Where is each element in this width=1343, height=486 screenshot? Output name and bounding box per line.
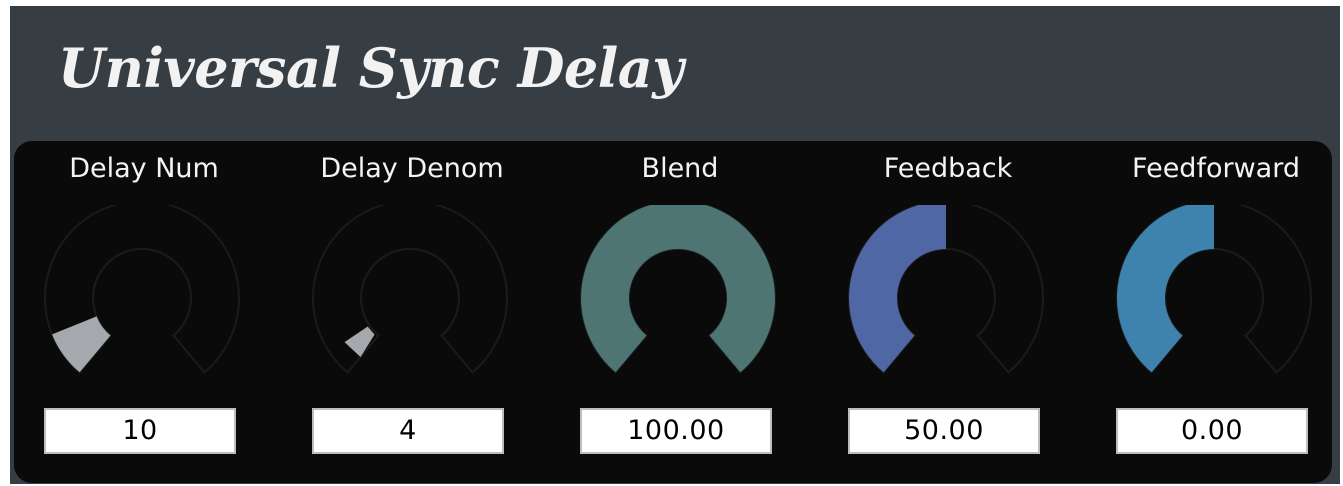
feedforward-label: Feedforward bbox=[1132, 153, 1300, 184]
feedforward-value-field[interactable]: 0.00 bbox=[1116, 408, 1308, 454]
feedback-knob[interactable] bbox=[848, 205, 1048, 391]
blend-value-field[interactable]: 100.00 bbox=[580, 408, 772, 454]
knob-value-arc bbox=[1117, 205, 1214, 373]
control-feedforward: Feedforward 0.00 bbox=[1116, 141, 1316, 483]
delay-denom-label: Delay Denom bbox=[320, 153, 504, 184]
feedback-value-field[interactable]: 50.00 bbox=[848, 408, 1040, 454]
control-feedback: Feedback 50.00 bbox=[848, 141, 1048, 483]
delay-num-value-field[interactable]: 10 bbox=[44, 408, 236, 454]
plugin-window: Universal Sync Delay Delay Num 10 Delay … bbox=[10, 6, 1340, 484]
blend-knob[interactable] bbox=[580, 205, 780, 391]
controls-panel: Delay Num 10 Delay Denom 4 Blend 100.00 … bbox=[14, 141, 1332, 483]
delay-denom-value-field[interactable]: 4 bbox=[312, 408, 504, 454]
knob-track bbox=[312, 205, 508, 374]
control-delay-num: Delay Num 10 bbox=[44, 141, 244, 483]
blend-label: Blend bbox=[641, 153, 719, 184]
knob-value-indicator bbox=[344, 326, 375, 357]
knob-value-arc bbox=[849, 205, 946, 373]
plugin-title: Universal Sync Delay bbox=[58, 36, 684, 100]
knob-value-arc bbox=[581, 205, 775, 373]
delay-num-label: Delay Num bbox=[69, 153, 219, 184]
control-blend: Blend 100.00 bbox=[580, 141, 780, 483]
feedforward-knob[interactable] bbox=[1116, 205, 1316, 391]
control-delay-denom: Delay Denom 4 bbox=[312, 141, 512, 483]
delay-num-knob[interactable] bbox=[44, 205, 244, 391]
delay-denom-knob[interactable] bbox=[312, 205, 512, 391]
feedback-label: Feedback bbox=[883, 153, 1013, 184]
